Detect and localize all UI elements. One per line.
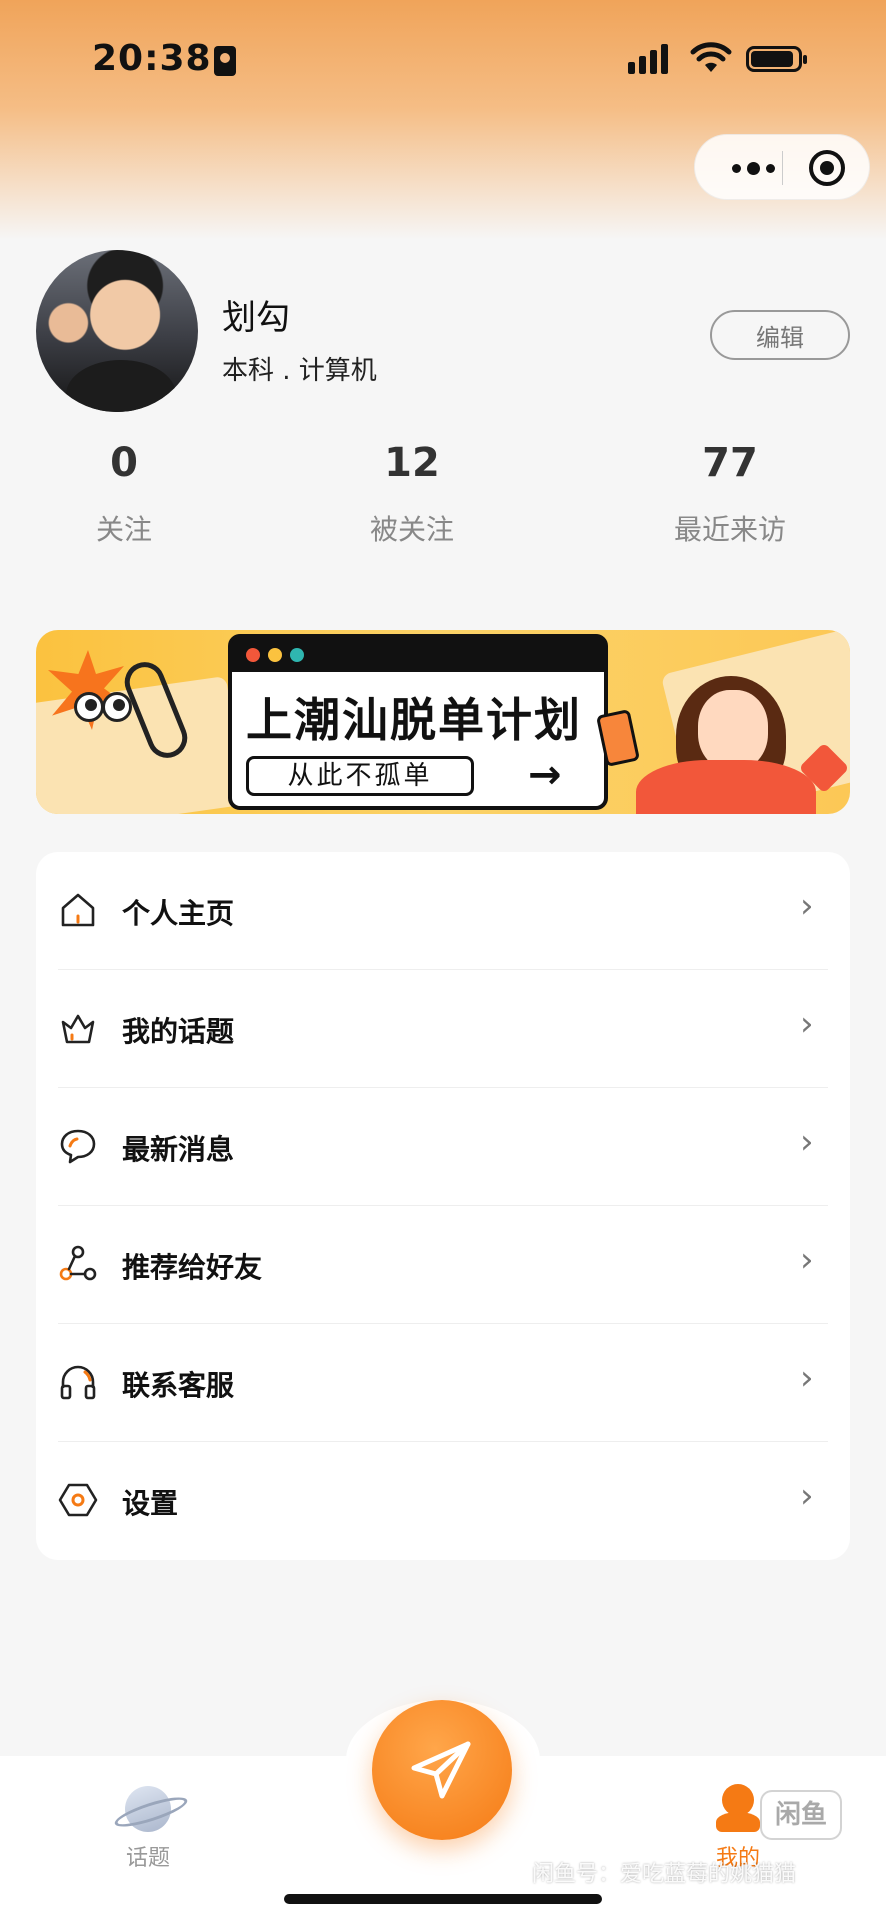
user-icon-body: [716, 1812, 760, 1832]
stat-following[interactable]: 0 关注: [64, 440, 184, 548]
user-education: 本科 . 计算机: [222, 356, 377, 386]
menu-item-label: 个人主页: [122, 897, 235, 930]
user-icon: [716, 1784, 760, 1832]
menu-item-settings[interactable]: 设置 ›: [36, 1442, 850, 1560]
stat-following-value: 0: [110, 440, 138, 486]
chevron-right-icon: ›: [800, 1240, 814, 1280]
cellular-signal-icon: [628, 44, 668, 74]
capsule-divider: [782, 151, 783, 185]
stats-row: 0 关注 12 被关注 77 最近来访: [0, 440, 886, 560]
status-time: 20:38: [92, 38, 212, 79]
eye-icon: [102, 692, 132, 722]
sim-card-icon: [214, 46, 236, 76]
paper-plane-icon: [411, 1741, 471, 1799]
stat-recent-visitors-value: 77: [702, 440, 758, 486]
stat-recent-visitors-label: 最近来访: [673, 513, 786, 546]
publish-fab-button[interactable]: [372, 1700, 512, 1840]
arrow-right-icon: →: [528, 752, 562, 798]
crown-icon: [61, 1014, 95, 1044]
stat-followers[interactable]: 12 被关注: [352, 440, 472, 548]
stat-following-label: 关注: [95, 513, 152, 546]
chevron-right-icon: ›: [800, 886, 814, 926]
banner-subtitle: 从此不孤单: [246, 756, 474, 796]
menu-item-label: 设置: [122, 1487, 179, 1520]
window-titlebar: [232, 638, 604, 672]
menu-item-label: 我的话题: [122, 1015, 235, 1048]
chevron-right-icon: ›: [800, 1358, 814, 1398]
tab-topics[interactable]: 话题: [100, 1756, 196, 1872]
stat-followers-value: 12: [384, 440, 440, 486]
menu-item-label: 推荐给好友: [122, 1251, 263, 1284]
close-target-icon[interactable]: [809, 150, 845, 186]
window-dot-icon: [290, 648, 304, 662]
window-dot-icon: [246, 648, 260, 662]
edit-profile-button[interactable]: 编辑: [710, 310, 850, 360]
settings-hexagon-icon: [58, 1483, 98, 1517]
chevron-right-icon: ›: [800, 1004, 814, 1044]
chevron-right-icon: ›: [800, 1476, 814, 1516]
tab-topics-label: 话题: [125, 1846, 170, 1871]
battery-icon: [746, 46, 807, 72]
wifi-icon: [690, 42, 732, 72]
menu-item-my-topics[interactable]: 我的话题 ›: [36, 970, 850, 1088]
menu-item-personal-home[interactable]: 个人主页 ›: [36, 852, 850, 970]
menu-list: 个人主页 › 我的话题 › 最新消息 › 推荐给好友 › 联系客服 › 设置 ›: [36, 852, 850, 1560]
window-dot-icon: [268, 648, 282, 662]
menu-item-label: 联系客服: [122, 1369, 235, 1402]
mini-program-capsule: [694, 134, 870, 200]
share-icon: [59, 1245, 97, 1281]
menu-item-customer-service[interactable]: 联系客服 ›: [36, 1324, 850, 1442]
banner-window: 上潮汕脱单计划 从此不孤单 →: [228, 634, 608, 810]
menu-item-label: 最新消息: [122, 1133, 235, 1166]
chevron-right-icon: ›: [800, 1122, 814, 1162]
stat-followers-label: 被关注: [369, 513, 454, 546]
chat-bubble-icon: [60, 1129, 96, 1164]
planet-icon: [125, 1786, 171, 1832]
girl-body-illustration: [636, 760, 816, 814]
promo-banner[interactable]: 上潮汕脱单计划 从此不孤单 →: [36, 630, 850, 814]
watermark-text: 闲鱼号：爱吃蓝莓的姚猫猫: [532, 1862, 797, 1887]
eye-icon: [74, 692, 104, 722]
home-indicator[interactable]: [284, 1894, 602, 1904]
user-name: 划勾: [222, 298, 290, 338]
status-bar: 20:38: [0, 0, 886, 120]
menu-item-recommend-friends[interactable]: 推荐给好友 ›: [36, 1206, 850, 1324]
stat-recent-visitors[interactable]: 77 最近来访: [660, 440, 800, 548]
girl-face-illustration: [698, 690, 768, 770]
home-icon: [61, 893, 95, 927]
avatar[interactable]: [36, 250, 198, 412]
watermark-badge: 闲鱼: [760, 1790, 842, 1840]
menu-item-latest-messages[interactable]: 最新消息 ›: [36, 1088, 850, 1206]
headphones-icon: [60, 1365, 96, 1400]
more-options-icon[interactable]: [723, 155, 783, 181]
banner-title: 上潮汕脱单计划: [246, 693, 582, 747]
